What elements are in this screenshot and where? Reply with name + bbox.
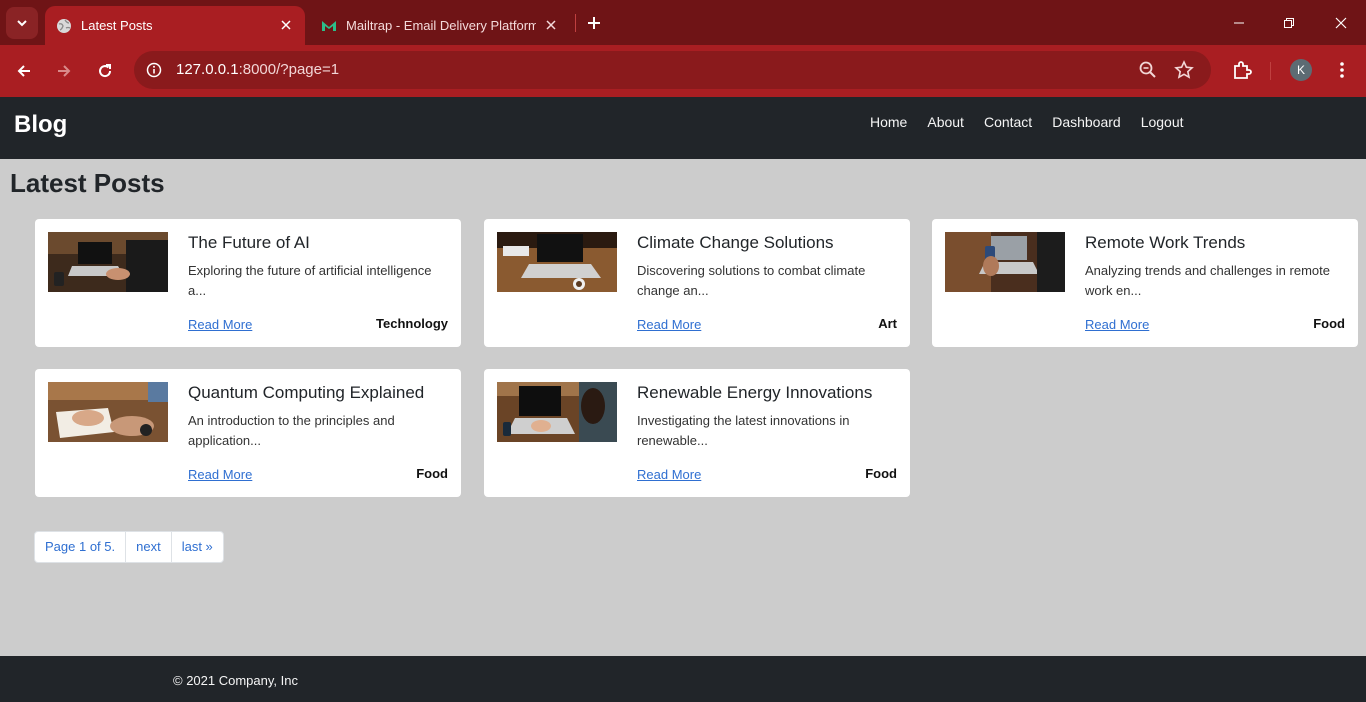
tab-title: Latest Posts bbox=[81, 18, 153, 33]
globe-icon bbox=[56, 18, 72, 34]
post-thumbnail bbox=[497, 382, 617, 442]
url-host: 127.0.0.1 bbox=[176, 61, 239, 78]
post-category: Food bbox=[865, 466, 897, 481]
address-bar[interactable]: 127.0.0.1:8000/?page=1 bbox=[134, 51, 1211, 89]
minimize-icon bbox=[1234, 22, 1244, 23]
chevron-down-icon bbox=[17, 20, 27, 27]
post-card: Renewable Energy Innovations Investigati… bbox=[484, 369, 910, 497]
mailtrap-icon bbox=[321, 18, 337, 34]
post-category: Art bbox=[878, 316, 897, 331]
post-excerpt: Analyzing trends and challenges in remot… bbox=[1085, 263, 1330, 298]
post-excerpt: Discovering solutions to combat climate … bbox=[637, 263, 866, 298]
post-card: The Future of AI Exploring the future of… bbox=[35, 219, 461, 347]
post-title[interactable]: Climate Change Solutions bbox=[637, 233, 834, 253]
arrow-right-icon bbox=[58, 65, 71, 77]
post-category: Food bbox=[416, 466, 448, 481]
forward-button[interactable] bbox=[50, 57, 78, 85]
browser-toolbar: 127.0.0.1:8000/?page=1 K bbox=[0, 45, 1366, 97]
nav-contact[interactable]: Contact bbox=[974, 114, 1042, 130]
post-category: Food bbox=[1313, 316, 1345, 331]
copyright-text: © 2021 Company, Inc bbox=[173, 673, 298, 688]
post-thumbnail bbox=[48, 232, 168, 292]
toolbar-divider bbox=[1270, 62, 1271, 80]
more-menu-button[interactable] bbox=[1330, 58, 1354, 82]
site-navbar: Blog Home About Contact Dashboard Logout bbox=[0, 97, 1366, 159]
page-title: Latest Posts bbox=[10, 168, 165, 198]
nav-links: Home About Contact Dashboard Logout bbox=[860, 114, 1194, 130]
post-excerpt: Exploring the future of artificial intel… bbox=[188, 263, 432, 298]
post-thumbnail bbox=[497, 232, 617, 292]
bookmark-star-icon[interactable] bbox=[1174, 60, 1194, 80]
restore-icon bbox=[1284, 17, 1294, 28]
read-more-link[interactable]: Read More bbox=[1085, 317, 1149, 332]
site-info-icon[interactable] bbox=[144, 60, 164, 80]
tab-divider bbox=[575, 14, 576, 32]
post-title[interactable]: Remote Work Trends bbox=[1085, 233, 1245, 253]
nav-dashboard[interactable]: Dashboard bbox=[1042, 114, 1131, 130]
post-excerpt: Investigating the latest innovations in … bbox=[637, 413, 850, 448]
post-title[interactable]: The Future of AI bbox=[188, 233, 310, 253]
post-thumbnail bbox=[945, 232, 1065, 292]
close-icon[interactable] bbox=[542, 16, 560, 34]
reload-button[interactable] bbox=[91, 57, 119, 85]
restore-button[interactable] bbox=[1264, 0, 1314, 45]
read-more-link[interactable]: Read More bbox=[637, 467, 701, 482]
post-excerpt: An introduction to the principles and ap… bbox=[188, 413, 395, 448]
post-card: Remote Work Trends Analyzing trends and … bbox=[932, 219, 1358, 347]
url-text[interactable]: 127.0.0.1:8000/?page=1 bbox=[176, 61, 339, 78]
kebab-menu-icon bbox=[1340, 62, 1344, 78]
extensions-puzzle-icon[interactable] bbox=[1230, 58, 1254, 82]
back-button[interactable] bbox=[10, 57, 38, 85]
page-indicator: Page 1 of 5. bbox=[35, 532, 127, 562]
close-icon[interactable] bbox=[277, 16, 295, 34]
browser-tab-bar: Latest Posts Mailtrap - Email Delivery P… bbox=[0, 0, 1366, 45]
url-path: :8000/?page=1 bbox=[238, 61, 340, 78]
profile-avatar[interactable]: K bbox=[1290, 59, 1312, 81]
nav-logout[interactable]: Logout bbox=[1131, 114, 1194, 130]
post-title[interactable]: Quantum Computing Explained bbox=[188, 383, 424, 403]
zoom-icon[interactable] bbox=[1138, 60, 1158, 80]
post-title[interactable]: Renewable Energy Innovations bbox=[637, 383, 872, 403]
last-page-link[interactable]: last » bbox=[172, 532, 223, 562]
tab-title: Mailtrap - Email Delivery Platform bbox=[346, 18, 536, 33]
site-footer: © 2021 Company, Inc bbox=[0, 656, 1366, 702]
nav-home[interactable]: Home bbox=[860, 114, 917, 130]
tab-mailtrap[interactable]: Mailtrap - Email Delivery Platform bbox=[310, 6, 570, 45]
arrow-left-icon bbox=[17, 65, 30, 77]
next-page-link[interactable]: next bbox=[126, 532, 172, 562]
close-icon bbox=[1335, 17, 1347, 28]
site-brand[interactable]: Blog bbox=[14, 111, 67, 139]
tab-search-button[interactable] bbox=[6, 7, 38, 39]
nav-about[interactable]: About bbox=[917, 114, 974, 130]
close-window-button[interactable] bbox=[1316, 0, 1366, 45]
pagination: Page 1 of 5. next last » bbox=[34, 531, 224, 563]
read-more-link[interactable]: Read More bbox=[188, 467, 252, 482]
plus-icon bbox=[588, 17, 600, 29]
read-more-link[interactable]: Read More bbox=[188, 317, 252, 332]
minimize-button[interactable] bbox=[1214, 0, 1264, 45]
post-category: Technology bbox=[376, 316, 448, 331]
post-thumbnail bbox=[48, 382, 168, 442]
read-more-link[interactable]: Read More bbox=[637, 317, 701, 332]
post-card: Climate Change Solutions Discovering sol… bbox=[484, 219, 910, 347]
reload-icon bbox=[99, 64, 112, 78]
tab-latest-posts[interactable]: Latest Posts bbox=[45, 6, 305, 45]
new-tab-button[interactable] bbox=[582, 11, 606, 35]
post-card: Quantum Computing Explained An introduct… bbox=[35, 369, 461, 497]
